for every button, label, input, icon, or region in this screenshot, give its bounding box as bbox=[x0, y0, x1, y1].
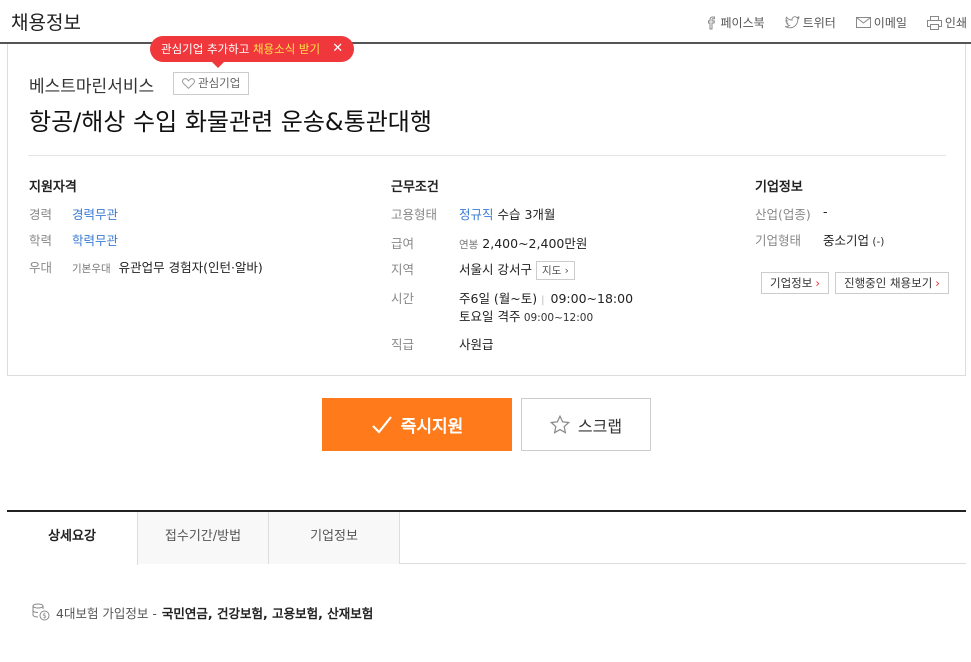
share-twitter[interactable]: 트위터 bbox=[784, 14, 836, 31]
time-saturday: 토요일 격주 bbox=[459, 309, 521, 324]
company-info-button[interactable]: 기업정보 › bbox=[761, 272, 829, 294]
company-info-heading: 기업정보 bbox=[755, 180, 803, 195]
tab-bar: 상세요강 접수기간/방법 기업정보 bbox=[7, 512, 966, 565]
twitter-icon bbox=[784, 16, 800, 29]
industry-label: 산업(업종) bbox=[755, 207, 811, 222]
insurance-value: 국민연금, 건강보험, 고용보험, 산재보험 bbox=[161, 605, 374, 621]
salary-label: 급여 bbox=[391, 236, 415, 251]
scrap-label: 스크랩 bbox=[577, 418, 623, 436]
svg-text:$: $ bbox=[42, 612, 46, 620]
star-icon bbox=[549, 415, 570, 434]
insurance-info: $ 4대보험 가입정보 - 국민연금, 건강보험, 고용보험, 산재보험 bbox=[31, 602, 373, 622]
tooltip-close-icon[interactable]: ✕ bbox=[332, 36, 343, 62]
preference-label: 우대 bbox=[29, 260, 53, 275]
time-separator: | bbox=[541, 295, 545, 306]
map-button[interactable]: 지도 › bbox=[535, 261, 575, 280]
share-print[interactable]: 인쇄 bbox=[926, 14, 967, 31]
facebook-icon bbox=[708, 16, 716, 29]
time-saturday-hours: 09:00~12:00 bbox=[520, 312, 594, 324]
chevron-right-icon: › bbox=[935, 276, 940, 290]
preference-value: 유관업무 경험자(인턴·알바) bbox=[118, 260, 263, 275]
apply-now-button[interactable]: 즉시지원 bbox=[322, 398, 512, 451]
fav-promo-tooltip: 관심기업 추가하고 채용소식 받기 ✕ bbox=[150, 36, 355, 68]
location-value: 서울시 강서구 bbox=[459, 262, 532, 277]
top-bar: 채용정보 페이스북 트위터 이메일 인쇄 bbox=[0, 0, 971, 44]
company-name[interactable]: 베스트마린서비스 bbox=[29, 72, 154, 97]
tooltip-text: 관심기업 추가하고 bbox=[161, 42, 253, 56]
education-label: 학력 bbox=[29, 233, 53, 248]
company-form-extra: (-) bbox=[869, 236, 885, 248]
divider bbox=[28, 155, 946, 156]
experience-label: 경력 bbox=[29, 207, 53, 222]
mail-icon bbox=[855, 17, 871, 28]
tab-detail[interactable]: 상세요강 bbox=[7, 512, 138, 565]
share-email-label: 이메일 bbox=[873, 16, 907, 30]
conditions-heading: 근무조건 bbox=[391, 180, 439, 195]
education-value: 학력무관 bbox=[72, 233, 119, 248]
page-title: 채용정보 bbox=[11, 12, 81, 34]
open-jobs-button[interactable]: 진행중인 채용보기 › bbox=[835, 272, 949, 294]
qualifications-heading: 지원자격 bbox=[29, 180, 77, 195]
heart-icon bbox=[182, 78, 195, 89]
employment-type-label: 고용형태 bbox=[391, 207, 438, 222]
company-info-button-label: 기업정보 bbox=[770, 276, 813, 290]
tab-application-period[interactable]: 접수기간/방법 bbox=[138, 512, 269, 564]
detail-section: 상세요강 접수기간/방법 기업정보 $ 4대보험 가입정보 - 국민연금, 건강… bbox=[7, 510, 966, 662]
open-jobs-button-label: 진행중인 채용보기 bbox=[844, 276, 933, 290]
tooltip-highlight: 채용소식 받기 bbox=[252, 42, 321, 56]
check-icon bbox=[371, 415, 392, 434]
apply-now-label: 즉시지원 bbox=[400, 417, 464, 436]
coins-icon: $ bbox=[32, 603, 50, 621]
experience-value: 경력무관 bbox=[72, 207, 119, 222]
share-twitter-label: 트위터 bbox=[802, 16, 836, 30]
time-days: 주6일 (월~토) bbox=[459, 291, 538, 306]
job-title: 항공/해상 수입 화물관련 운송&통관대행 bbox=[29, 108, 432, 136]
rank-value: 사원급 bbox=[459, 337, 494, 352]
employment-type-value: 정규직 bbox=[459, 207, 494, 222]
company-form-value: 중소기업 bbox=[823, 233, 870, 248]
time-hours: 09:00~18:00 bbox=[550, 291, 634, 306]
fav-company-button[interactable]: 관심기업 bbox=[173, 72, 250, 95]
location-label: 지역 bbox=[391, 262, 415, 277]
employment-type-extra: 수습 3개월 bbox=[493, 207, 556, 222]
print-icon bbox=[926, 15, 942, 30]
preference-sub: 기본우대 bbox=[72, 263, 111, 275]
fav-company-label: 관심기업 bbox=[198, 76, 241, 90]
share-print-label: 인쇄 bbox=[944, 16, 967, 30]
salary-value: 2,400~2,400만원 bbox=[478, 236, 588, 251]
salary-sub: 연봉 bbox=[459, 239, 479, 251]
insurance-label: 4대보험 가입정보 - bbox=[56, 605, 157, 621]
company-form-label: 기업형태 bbox=[755, 233, 802, 248]
scrap-button[interactable]: 스크랩 bbox=[521, 398, 651, 451]
rank-label: 직급 bbox=[391, 337, 415, 352]
time-label: 시간 bbox=[391, 291, 415, 306]
tab-company-info[interactable]: 기업정보 bbox=[269, 512, 400, 564]
share-facebook[interactable]: 페이스북 bbox=[705, 14, 765, 31]
industry-value: - bbox=[823, 204, 828, 219]
chevron-right-icon: › bbox=[815, 276, 820, 290]
share-email[interactable]: 이메일 bbox=[855, 14, 907, 31]
share-facebook-label: 페이스북 bbox=[720, 16, 765, 30]
share-bar: 페이스북 트위터 이메일 인쇄 bbox=[685, 14, 967, 31]
